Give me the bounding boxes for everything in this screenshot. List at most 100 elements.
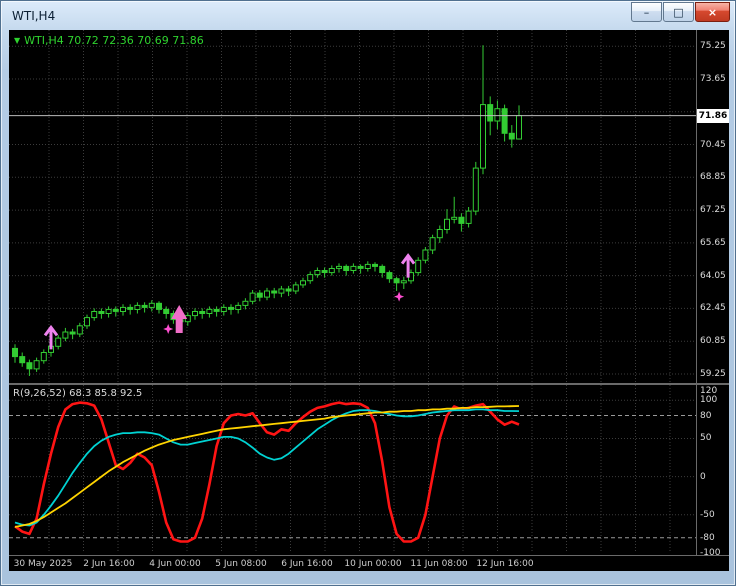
candle-body bbox=[55, 337, 62, 347]
candle-body bbox=[379, 265, 386, 273]
candle-body bbox=[199, 311, 206, 314]
indicator-line-r9 bbox=[14, 401, 520, 543]
chevron-down-icon: ▼ bbox=[14, 36, 21, 45]
time-axis-label: 2 Jun 16:00 bbox=[83, 559, 135, 569]
time-axis-label: 5 Jun 08:00 bbox=[215, 559, 267, 569]
candle-body bbox=[314, 270, 321, 276]
candle-body bbox=[19, 356, 26, 364]
time-axis-label: 6 Jun 16:00 bbox=[281, 559, 333, 569]
price-axis-label: 73.65 bbox=[700, 74, 726, 84]
candle-body bbox=[292, 284, 299, 292]
signal-star-icon bbox=[163, 324, 174, 334]
title-bar[interactable]: WTI,H4 – □ × bbox=[1, 1, 735, 30]
candle-body bbox=[350, 265, 357, 271]
candle-body bbox=[429, 237, 436, 251]
candle-body bbox=[516, 115, 522, 140]
candle-body bbox=[76, 325, 83, 335]
signal-star-icon bbox=[394, 291, 405, 302]
time-axis-label: 10 Jun 00:00 bbox=[344, 559, 402, 569]
indicator-axis-label: 100 bbox=[700, 395, 718, 405]
candle-body bbox=[148, 302, 155, 308]
candle-body bbox=[84, 317, 90, 327]
price-axis-label: 67.25 bbox=[700, 205, 726, 215]
pane-resize-handle[interactable] bbox=[9, 383, 729, 385]
candle-body bbox=[69, 331, 76, 335]
candle-body bbox=[465, 210, 472, 224]
minimize-button[interactable]: – bbox=[631, 2, 662, 22]
price-axis-label: 62.45 bbox=[700, 303, 726, 313]
time-axis[interactable]: 30 May 2025 2 Jun 16:00 4 Jun 00:00 5 Jun 0… bbox=[9, 555, 729, 571]
candle-body bbox=[328, 268, 335, 274]
candle-body bbox=[264, 290, 270, 298]
oscillator-indicator-chart[interactable] bbox=[9, 385, 696, 553]
candle-body bbox=[156, 302, 162, 310]
candle-body bbox=[141, 304, 148, 308]
candle-body bbox=[508, 132, 515, 140]
candle-body bbox=[228, 306, 234, 310]
candle-body bbox=[393, 278, 400, 284]
price-axis-label: 59.25 bbox=[700, 369, 726, 379]
candle-body bbox=[357, 265, 364, 269]
candle-body bbox=[501, 108, 508, 134]
close-icon: × bbox=[707, 5, 718, 19]
candle-body bbox=[307, 274, 314, 282]
candle-body bbox=[112, 308, 119, 312]
candle-body bbox=[487, 104, 494, 122]
candle-body bbox=[213, 308, 220, 312]
chart-window: WTI,H4 – □ × 71.86 75.25 73.65 70.45 68.85 6… bbox=[0, 0, 736, 586]
minimize-icon: – bbox=[643, 5, 650, 19]
time-axis-label: 11 Jun 08:00 bbox=[410, 559, 468, 569]
price-axis-label: 64.05 bbox=[700, 271, 726, 281]
time-axis-label: 12 Jun 16:00 bbox=[476, 559, 534, 569]
candle-body bbox=[26, 362, 33, 370]
candle-body bbox=[242, 300, 249, 306]
price-axis-label: 60.85 bbox=[700, 336, 726, 346]
indicator-axis-label: 0 bbox=[700, 472, 706, 482]
ohlc-text: WTI,H4 70.72 72.36 70.69 71.86 bbox=[24, 34, 204, 47]
candle-body bbox=[422, 249, 429, 261]
candle-body bbox=[206, 308, 213, 314]
candle-body bbox=[134, 304, 141, 310]
maximize-icon: □ bbox=[673, 5, 684, 19]
price-axis-label: 70.45 bbox=[700, 140, 726, 150]
time-axis-label: 30 May 2025 bbox=[13, 559, 73, 569]
candle-body bbox=[249, 292, 256, 302]
candle-body bbox=[256, 292, 263, 298]
candle-body bbox=[105, 308, 112, 314]
candle-body bbox=[91, 311, 98, 319]
current-price-badge: 71.86 bbox=[697, 109, 729, 123]
close-button[interactable]: × bbox=[695, 2, 730, 22]
candle-body bbox=[321, 270, 328, 273]
candle-body bbox=[364, 263, 371, 269]
indicator-axis-label: 50 bbox=[700, 433, 712, 443]
candle-body bbox=[494, 108, 501, 122]
candle-body bbox=[235, 304, 242, 310]
candle-body bbox=[40, 352, 47, 362]
candle-body bbox=[12, 347, 18, 358]
candle-body bbox=[415, 259, 422, 274]
candle-body bbox=[120, 306, 126, 312]
candle-body bbox=[472, 167, 479, 212]
candle-body bbox=[163, 308, 170, 314]
candle-body bbox=[220, 306, 227, 312]
candle-body bbox=[336, 265, 342, 269]
candlestick-chart[interactable] bbox=[9, 30, 696, 383]
candle-body bbox=[278, 288, 285, 294]
maximize-button[interactable]: □ bbox=[663, 2, 694, 22]
candle-body bbox=[386, 272, 393, 280]
candle-body bbox=[400, 280, 407, 284]
candle-body bbox=[285, 288, 292, 292]
candle-body bbox=[33, 360, 40, 370]
time-axis-label: 4 Jun 00:00 bbox=[149, 559, 201, 569]
indicator-axis-label: -50 bbox=[700, 510, 715, 520]
indicator-axis-label: 80 bbox=[700, 411, 712, 421]
price-axis-label: 65.65 bbox=[700, 238, 726, 248]
candle-body bbox=[192, 311, 198, 317]
price-axis[interactable]: 71.86 75.25 73.65 70.45 68.85 67.25 65.65 64.0… bbox=[696, 30, 729, 558]
candle-body bbox=[127, 306, 134, 310]
price-axis-label: 68.85 bbox=[700, 172, 726, 182]
candle-body bbox=[451, 216, 458, 220]
candle-body bbox=[458, 216, 465, 224]
chart-content: 71.86 75.25 73.65 70.45 68.85 67.25 65.65 64.0… bbox=[9, 30, 729, 571]
candle-body bbox=[271, 290, 278, 294]
